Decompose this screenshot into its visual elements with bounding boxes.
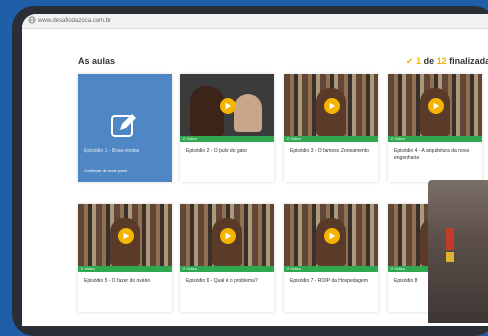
play-icon[interactable] bbox=[220, 228, 236, 244]
status-badge: 0 Vídeo bbox=[388, 136, 482, 142]
check-icon: ✔ bbox=[406, 56, 414, 66]
lesson-card-1[interactable]: Episódio 1 - Boas-vindas Continuar de on… bbox=[78, 74, 172, 182]
lesson-thumbnail bbox=[284, 74, 378, 136]
status-badge: 0 Vídeo bbox=[284, 266, 378, 272]
lesson-card-5[interactable]: 0 Vídeo Episódio 5 - O fazer do ovário bbox=[78, 204, 172, 312]
lesson-title: Episódio 2 - O pulo do gato bbox=[186, 148, 247, 154]
url-text: www.desafiodazoca.com.br bbox=[38, 18, 112, 24]
play-icon[interactable] bbox=[118, 228, 134, 244]
progress-label: finalizadas bbox=[449, 56, 488, 66]
lesson-card-7[interactable]: 0 Vídeo Episódio 7 - ROIP da Hospedagem bbox=[284, 204, 378, 312]
lesson-thumbnail bbox=[388, 74, 482, 136]
address-bar[interactable]: www.desafiodazoca.com.br bbox=[22, 14, 488, 29]
lessons-progress: ✔ 1 de 12 finalizadas bbox=[406, 56, 488, 67]
foreground-photo bbox=[428, 180, 488, 323]
progress-done: 1 bbox=[416, 56, 422, 66]
lesson-thumbnail bbox=[180, 204, 274, 266]
browser-screen: www.desafiodazoca.com.br As aulas ✔ 1 de… bbox=[22, 14, 488, 326]
edit-icon bbox=[111, 114, 136, 137]
lesson-title: Episódio 4 - A arquitetura da nova engen… bbox=[394, 148, 470, 161]
status-badge: 0 Vídeo bbox=[78, 266, 172, 272]
page-title: As aulas bbox=[78, 56, 116, 66]
lesson-title: Episódio 5 - O fazer do ovário bbox=[84, 278, 151, 284]
lesson-card-3[interactable]: 0 Vídeo Episódio 3 - O famoso Zoneamento bbox=[284, 74, 378, 182]
lesson-thumbnail bbox=[284, 204, 378, 266]
play-icon[interactable] bbox=[220, 98, 236, 114]
lesson-thumbnail bbox=[78, 204, 172, 266]
progress-of: de bbox=[423, 56, 435, 66]
progress-total: 12 bbox=[436, 56, 447, 66]
continue-link[interactable]: Continuar de onde parei bbox=[84, 168, 127, 173]
lesson-card-4[interactable]: 0 Vídeo Episódio 4 - A arquitetura da no… bbox=[388, 74, 482, 182]
lesson-title: Episódio 7 - ROIP da Hospedagem bbox=[290, 278, 369, 284]
lesson-card-6[interactable]: 0 Vídeo Episódio 6 - Qual é o problema? bbox=[180, 204, 274, 312]
lesson-card-2[interactable]: 0 Vídeo Episódio 2 - O pulo do gato bbox=[180, 74, 274, 182]
lesson-title: Episódio 3 - O famoso Zoneamento bbox=[290, 148, 369, 154]
play-icon[interactable] bbox=[324, 98, 340, 114]
lesson-title: Episódio 1 - Boas-vindas bbox=[84, 148, 140, 154]
lesson-title: Episódio 6 - Qual é o problema? bbox=[186, 278, 258, 284]
status-badge: 0 Vídeo bbox=[180, 266, 274, 272]
globe-icon bbox=[28, 16, 36, 24]
status-badge: 0 Vídeo bbox=[180, 136, 274, 142]
play-icon[interactable] bbox=[428, 98, 444, 114]
status-badge: 0 Vídeo bbox=[284, 136, 378, 142]
lesson-thumbnail bbox=[180, 74, 274, 136]
play-icon[interactable] bbox=[324, 228, 340, 244]
